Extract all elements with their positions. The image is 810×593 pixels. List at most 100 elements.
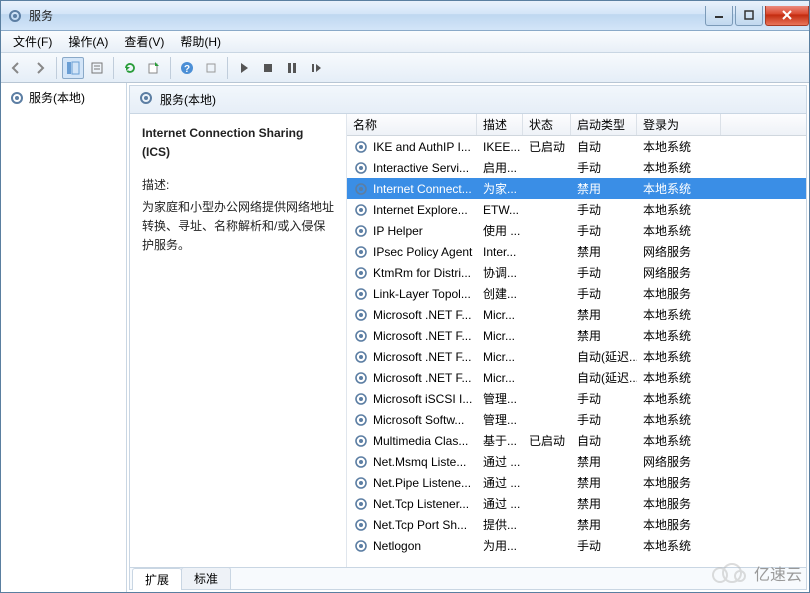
tab-extended[interactable]: 扩展 [132, 568, 182, 590]
table-row[interactable]: Link-Layer Topol...创建...手动本地服务 [347, 283, 806, 304]
gear-icon [353, 391, 369, 407]
stop-service-button[interactable] [257, 57, 279, 79]
column-description[interactable]: 描述 [477, 114, 523, 135]
view-tabs: 扩展 标准 [130, 567, 806, 589]
gear-icon [353, 139, 369, 155]
cell-start: 手动 [571, 159, 637, 176]
tree-pane[interactable]: 服务(本地) [1, 83, 127, 592]
table-row[interactable]: IKE and AuthIP I...IKEE...已启动自动本地系统 [347, 136, 806, 157]
right-body: Internet Connection Sharing (ICS) 描述: 为家… [130, 114, 806, 567]
column-status[interactable]: 状态 [523, 114, 571, 135]
cell-logon: 本地系统 [637, 369, 721, 386]
table-row[interactable]: Internet Connect...为家...禁用本地系统 [347, 178, 806, 199]
table-row[interactable]: Netlogon为用...手动本地系统 [347, 535, 806, 556]
cell-logon: 本地系统 [637, 159, 721, 176]
cell-name: Link-Layer Topol... [347, 286, 477, 302]
cell-desc: Micr... [477, 350, 523, 364]
cell-logon: 网络服务 [637, 453, 721, 470]
menubar: 文件(F) 操作(A) 查看(V) 帮助(H) [1, 31, 809, 53]
show-hide-tree-button[interactable] [62, 57, 84, 79]
cell-start: 手动 [571, 222, 637, 239]
table-row[interactable]: Net.Pipe Listene...通过 ...禁用本地服务 [347, 472, 806, 493]
titlebar[interactable]: 服务 [1, 1, 809, 31]
tree-item-label: 服务(本地) [29, 89, 85, 106]
service-name-text: KtmRm for Distri... [373, 266, 471, 280]
separator [113, 57, 114, 79]
cell-desc: 创建... [477, 285, 523, 302]
tab-standard[interactable]: 标准 [181, 567, 231, 589]
minimize-button[interactable] [705, 6, 733, 26]
table-row[interactable]: Microsoft .NET F...Micr...禁用本地系统 [347, 304, 806, 325]
export-button[interactable] [143, 57, 165, 79]
cell-name: Microsoft .NET F... [347, 328, 477, 344]
close-button[interactable] [765, 6, 809, 26]
cell-name: Internet Connect... [347, 181, 477, 197]
cell-name: Net.Pipe Listene... [347, 475, 477, 491]
table-row[interactable]: Net.Tcp Port Sh...提供...禁用本地服务 [347, 514, 806, 535]
cell-name: Net.Tcp Listener... [347, 496, 477, 512]
gear-icon [353, 181, 369, 197]
service-name-text: IPsec Policy Agent [373, 245, 472, 259]
cell-logon: 本地系统 [637, 537, 721, 554]
gear-icon [353, 328, 369, 344]
cell-start: 自动 [571, 138, 637, 155]
table-row[interactable]: Microsoft .NET F...Micr...禁用本地系统 [347, 325, 806, 346]
maximize-button[interactable] [735, 6, 763, 26]
cell-logon: 本地系统 [637, 222, 721, 239]
forward-button[interactable] [29, 57, 51, 79]
services-icon [7, 8, 23, 24]
gear-icon [353, 412, 369, 428]
menu-help[interactable]: 帮助(H) [172, 31, 229, 52]
table-row[interactable]: Interactive Servi...启用...手动本地系统 [347, 157, 806, 178]
table-row[interactable]: IPsec Policy AgentInter...禁用网络服务 [347, 241, 806, 262]
help-button[interactable]: ? [176, 57, 198, 79]
cell-logon: 本地系统 [637, 306, 721, 323]
service-name-text: Net.Msmq Liste... [373, 455, 466, 469]
service-name-text: Microsoft .NET F... [373, 350, 471, 364]
service-name-text: Net.Pipe Listene... [373, 476, 471, 490]
table-row[interactable]: Net.Tcp Listener...通过 ...禁用本地服务 [347, 493, 806, 514]
column-name[interactable]: 名称 [347, 114, 477, 135]
service-list[interactable]: IKE and AuthIP I...IKEE...已启动自动本地系统 Inter… [347, 136, 806, 567]
cell-desc: 为用... [477, 537, 523, 554]
table-row[interactable]: Internet Explore...ETW...手动本地系统 [347, 199, 806, 220]
cell-name: IKE and AuthIP I... [347, 139, 477, 155]
table-row[interactable]: IP Helper使用 ...手动本地系统 [347, 220, 806, 241]
pause-service-button[interactable] [281, 57, 303, 79]
table-row[interactable]: Net.Msmq Liste...通过 ...禁用网络服务 [347, 451, 806, 472]
tree-item-services-local[interactable]: 服务(本地) [5, 87, 122, 108]
table-row[interactable]: KtmRm for Distri...协调...手动网络服务 [347, 262, 806, 283]
cell-name: Microsoft iSCSI I... [347, 391, 477, 407]
cell-logon: 本地系统 [637, 411, 721, 428]
cell-logon: 网络服务 [637, 264, 721, 281]
table-row[interactable]: Microsoft .NET F...Micr...自动(延迟...本地系统 [347, 346, 806, 367]
cell-start: 手动 [571, 264, 637, 281]
cell-desc: 启用... [477, 159, 523, 176]
column-startup-type[interactable]: 启动类型 [571, 114, 637, 135]
cell-status: 已启动 [523, 138, 571, 155]
menu-view[interactable]: 查看(V) [116, 31, 172, 52]
service-name-text: Net.Tcp Listener... [373, 497, 469, 511]
cell-start: 禁用 [571, 306, 637, 323]
menu-action[interactable]: 操作(A) [60, 31, 116, 52]
refresh-button[interactable] [119, 57, 141, 79]
service-name-text: Link-Layer Topol... [373, 287, 471, 301]
cell-desc: Micr... [477, 371, 523, 385]
menu-file[interactable]: 文件(F) [5, 31, 60, 52]
table-row[interactable]: Microsoft .NET F...Micr...自动(延迟...本地系统 [347, 367, 806, 388]
gear-icon [353, 307, 369, 323]
table-row[interactable]: Microsoft Softw...管理...手动本地系统 [347, 409, 806, 430]
cell-start: 禁用 [571, 327, 637, 344]
table-row[interactable]: Multimedia Clas...基于...已启动自动本地系统 [347, 430, 806, 451]
column-logon-as[interactable]: 登录为 [637, 114, 721, 135]
extra-button[interactable] [200, 57, 222, 79]
restart-service-button[interactable] [305, 57, 327, 79]
cell-desc: Micr... [477, 329, 523, 343]
table-row[interactable]: Microsoft iSCSI I...管理...手动本地系统 [347, 388, 806, 409]
cell-desc: 通过 ... [477, 453, 523, 470]
separator [56, 57, 57, 79]
service-name-text: Internet Connect... [373, 182, 472, 196]
start-service-button[interactable] [233, 57, 255, 79]
back-button[interactable] [5, 57, 27, 79]
properties-button[interactable] [86, 57, 108, 79]
